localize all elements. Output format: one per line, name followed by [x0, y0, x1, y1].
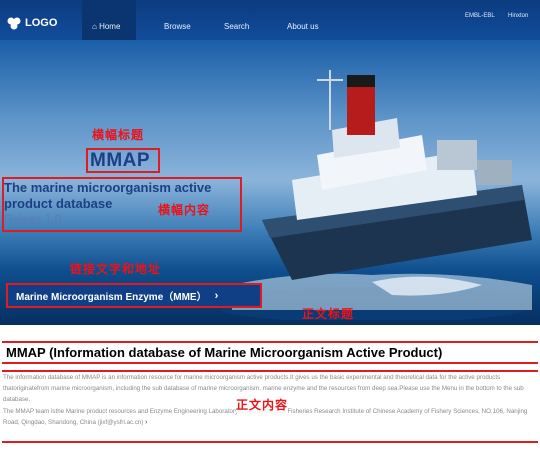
annotation-banner-title: 横幅标题 [92, 128, 145, 142]
annotation-section-title: 正文标题 [302, 307, 355, 321]
nav-home-highlight [82, 0, 136, 40]
nav-item-about[interactable]: About us [287, 22, 319, 31]
section-title: MMAP (Information database of Marine Mic… [2, 341, 538, 364]
mme-link-button[interactable]: Marine Microorganism Enzyme（MME） › [6, 283, 262, 308]
nav-item-home[interactable]: ⌂ Home [92, 22, 120, 31]
banner-title: MMAP [90, 150, 151, 171]
body-rule-bottom [2, 441, 538, 443]
top-link-hinxton[interactable]: Hinxton [508, 13, 528, 19]
nav-item-label: Home [99, 22, 121, 31]
ship-illustration [222, 70, 532, 320]
more-arrow-icon[interactable]: › [145, 419, 147, 426]
nav-item-browse[interactable]: Browse [164, 22, 191, 31]
logo-text: LOGO [25, 17, 58, 29]
site-logo[interactable]: LOGO [6, 16, 57, 30]
nav-item-search[interactable]: Search [224, 22, 249, 31]
home-icon: ⌂ [92, 22, 97, 31]
banner-version: Releas 1.0 [4, 212, 62, 226]
chevron-right-icon: › [214, 289, 219, 302]
annotation-banner-content: 横幅内容 [158, 203, 211, 217]
annotation-link: 链接文字和地址 [70, 262, 162, 276]
top-link-embl[interactable]: EMBL-EBL [465, 13, 495, 19]
mme-link-label: Marine Microorganism Enzyme（MME） [16, 292, 207, 303]
logo-icon [7, 17, 21, 30]
top-navbar: LOGO ⌂ Home Browse Search About us EMBL-… [0, 0, 540, 40]
hero-banner: LOGO ⌂ Home Browse Search About us EMBL-… [0, 0, 540, 325]
annotation-body-content: 正文内容 [236, 396, 289, 413]
